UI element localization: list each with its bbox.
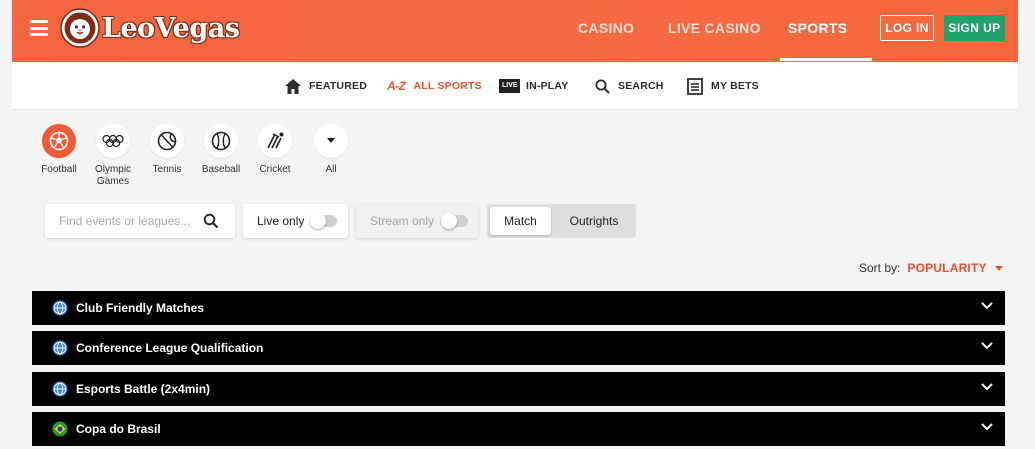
sort-value[interactable]: POPULARITY (907, 261, 986, 275)
signup-button[interactable]: SIGN UP (944, 15, 1005, 41)
league-row[interactable]: Club Friendly Matches (32, 291, 1005, 325)
brazil-flag-icon (52, 421, 68, 437)
baseball-icon (211, 131, 231, 151)
subnav-search[interactable]: SEARCH (595, 62, 664, 110)
sport-football[interactable]: Football (29, 124, 89, 176)
sport-baseball[interactable]: Baseball (191, 124, 251, 176)
globe-icon (52, 340, 68, 356)
nav-casino[interactable]: CASINO (578, 0, 634, 62)
az-icon: A-Z (387, 79, 406, 93)
chevron-down-icon[interactable] (981, 302, 993, 310)
caret-down-icon (327, 138, 335, 143)
sport-cricket[interactable]: Cricket (245, 124, 305, 176)
search-icon[interactable] (203, 213, 219, 229)
outrights-button[interactable]: Outrights (555, 207, 633, 235)
sport-label: All (325, 164, 337, 175)
subnav-featured[interactable]: FEATURED (285, 62, 367, 110)
football-icon (49, 131, 69, 151)
active-tab-indicator (780, 58, 872, 61)
stream-only-label: Stream only (370, 214, 435, 228)
league-row[interactable]: Conference League Qualification (32, 331, 1005, 365)
league-name: Conference League Qualification (76, 341, 264, 355)
login-button[interactable]: LOG IN (880, 15, 934, 41)
chevron-down-icon[interactable] (981, 423, 993, 431)
sport-tennis[interactable]: Tennis (137, 124, 197, 176)
globe-icon (52, 381, 68, 397)
stream-only-switch[interactable] (441, 213, 468, 229)
live-only-switch[interactable] (310, 213, 337, 229)
sport-label: Football (41, 164, 77, 175)
search-icon (595, 79, 610, 94)
nav-sports[interactable]: SPORTS (788, 0, 847, 62)
cricket-icon (267, 132, 284, 149)
subnav-all-sports[interactable]: A-Z ALL SPORTS (387, 62, 482, 110)
live-only-label: Live only (257, 214, 305, 228)
subnav-in-play[interactable]: LIVE IN-PLAY (499, 62, 568, 110)
betslip-icon (687, 77, 703, 95)
live-icon: LIVE (499, 79, 520, 93)
tennis-ball-icon (157, 131, 177, 151)
league-name: Copa do Brasil (76, 422, 161, 436)
logo[interactable]: LeoVegas (60, 8, 240, 48)
sport-label: Cricket (259, 164, 291, 175)
market-type-selector: Match Outrights (487, 204, 636, 238)
league-name: Esports Battle (2x4min) (76, 382, 211, 396)
sport-label: Olympic Games (94, 164, 132, 187)
search-input[interactable] (59, 204, 199, 238)
sport-label: Baseball (201, 164, 241, 175)
sort-caret-icon[interactable] (994, 265, 1003, 271)
league-row[interactable]: Copa do Brasil (32, 412, 1005, 446)
sports-subnav: FEATURED A-Z ALL SPORTS LIVE IN-PLAY SEA… (12, 62, 1018, 110)
logo-text: LeoVegas (102, 12, 240, 44)
live-only-toggle[interactable]: Live only (243, 204, 348, 238)
league-name: Club Friendly Matches (76, 301, 205, 315)
event-search[interactable] (45, 204, 235, 238)
olympic-rings-icon (102, 134, 124, 148)
lion-logo-icon (60, 8, 100, 48)
chevron-down-icon[interactable] (981, 342, 993, 350)
match-button[interactable]: Match (490, 207, 551, 235)
sport-label: Tennis (152, 164, 182, 175)
globe-icon (52, 300, 68, 316)
menu-icon[interactable] (30, 20, 48, 36)
chevron-down-icon[interactable] (981, 383, 993, 391)
sort-control[interactable]: Sort by: POPULARITY (859, 261, 1003, 275)
sport-all[interactable]: All (301, 124, 361, 176)
subnav-my-bets[interactable]: MY BETS (687, 62, 759, 110)
sort-label: Sort by: (859, 261, 901, 275)
top-header: LeoVegas CASINO LIVE CASINO SPORTS LOG I… (12, 0, 1018, 62)
home-icon (285, 78, 301, 94)
stream-only-toggle[interactable]: Stream only (356, 204, 478, 238)
nav-live-casino[interactable]: LIVE CASINO (668, 0, 761, 62)
sport-olympic-games[interactable]: Olympic Games (83, 124, 143, 188)
league-row[interactable]: Esports Battle (2x4min) (32, 372, 1005, 406)
